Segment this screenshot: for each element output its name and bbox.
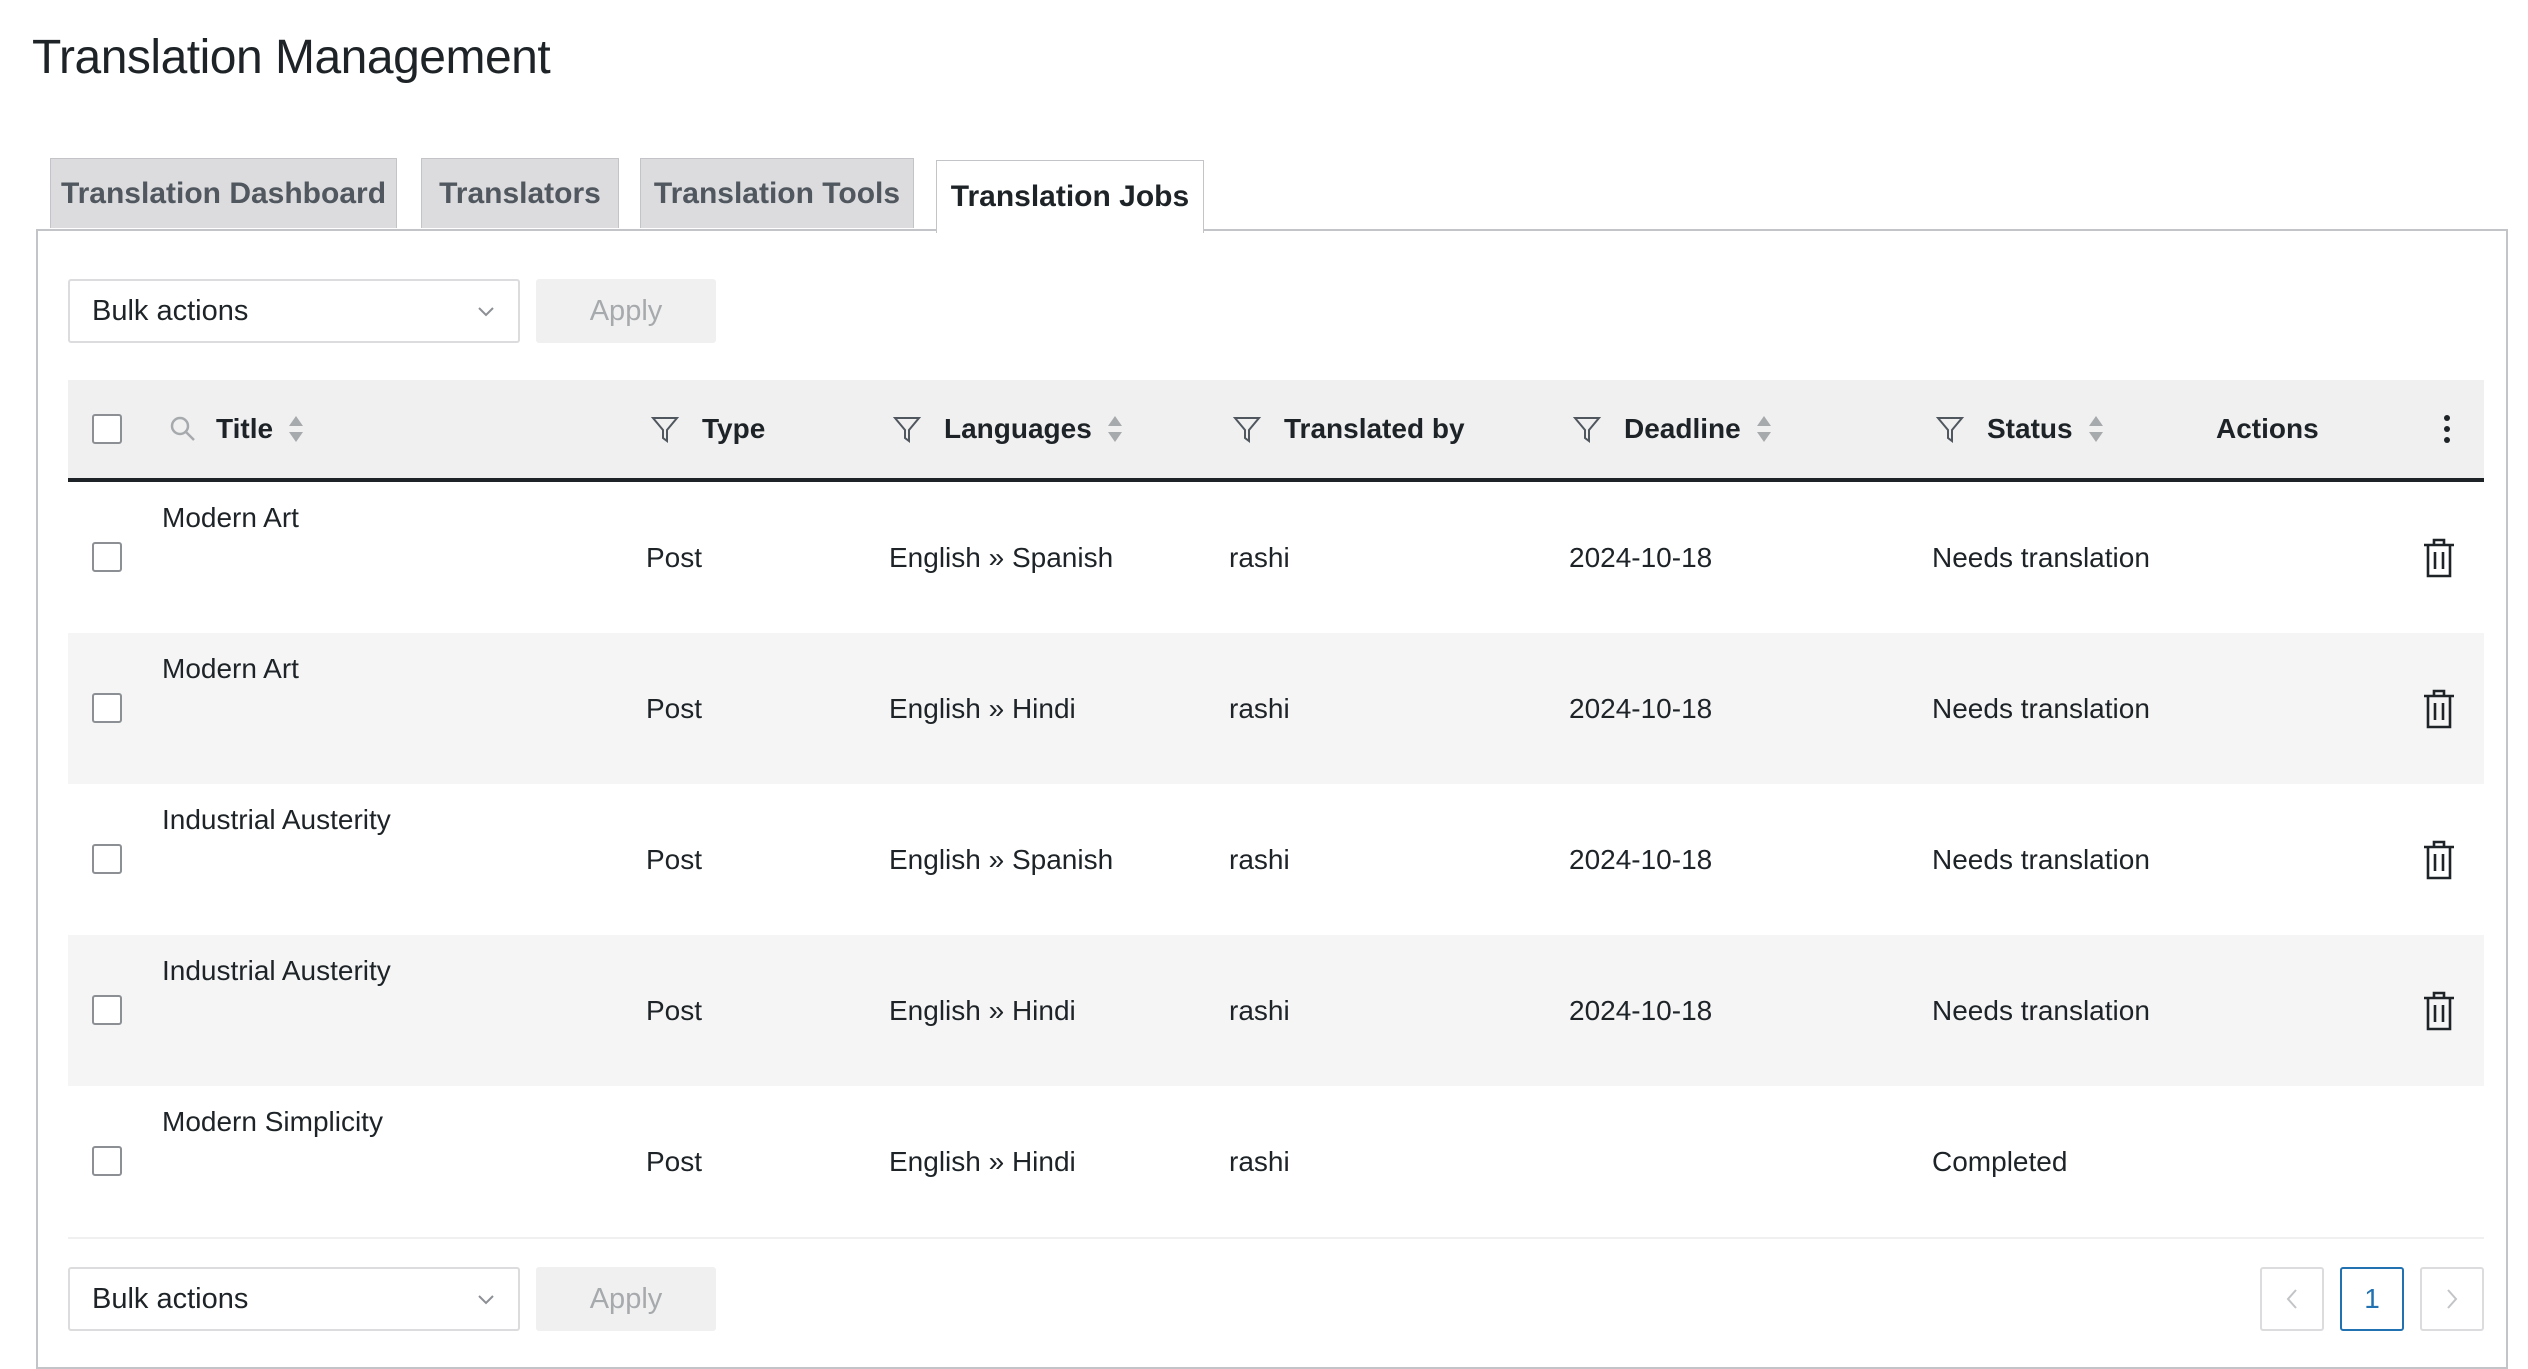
row-type: Post [646,693,703,724]
row-languages: English » Spanish [889,844,1114,875]
trash-icon[interactable] [2422,840,2456,880]
select-all-checkbox[interactable] [92,414,122,444]
row-type: Post [646,542,703,573]
row-translated-by: rashi [1229,542,1290,573]
row-title[interactable]: Modern Art [162,653,299,685]
page-title: Translation Management [32,31,551,84]
filter-icon[interactable] [892,414,922,444]
row-status: Completed [1932,1146,2068,1177]
column-deadline[interactable]: Deadline [1572,380,1773,478]
row-deadline: 2024-10-18 [1569,844,1713,875]
filter-icon[interactable] [650,414,680,444]
bulk-actions-select-top[interactable]: Bulk actions [68,279,520,343]
row-checkbox[interactable] [92,995,122,1025]
sort-arrows-icon[interactable] [1106,414,1124,444]
row-type: Post [646,995,703,1026]
row-title[interactable]: Industrial Austerity [162,804,391,836]
row-translated-by: rashi [1229,1146,1290,1177]
row-title[interactable]: Modern Art [162,502,299,534]
row-languages: English » Hindi [889,995,1076,1026]
filter-icon[interactable] [1572,414,1602,444]
table-row: Modern Art Post English » Hindi rashi 20… [68,633,2484,784]
column-deadline-label: Deadline [1624,413,1741,444]
row-translated-by: rashi [1229,844,1290,875]
row-languages: English » Spanish [889,542,1114,573]
bulk-actions-select-bottom[interactable]: Bulk actions [68,1267,520,1331]
chevron-down-icon [478,1295,494,1305]
row-type: Post [646,1146,703,1177]
column-status[interactable]: Status [1935,380,2105,478]
chevron-down-icon [478,307,494,317]
sort-arrows-icon[interactable] [1755,414,1773,444]
row-deadline: 2024-10-18 [1569,542,1713,573]
filter-icon[interactable] [1935,414,1965,444]
column-title-label: Title [216,413,274,444]
row-deadline: 2024-10-18 [1569,995,1713,1026]
row-status: Needs translation [1932,844,2150,875]
bulk-actions-label: Bulk actions [92,294,249,327]
row-checkbox[interactable] [92,693,122,723]
row-type: Post [646,844,703,875]
tab-translation-dashboard[interactable]: Translation Dashboard [50,158,397,228]
tab-translation-tools[interactable]: Translation Tools [640,158,914,228]
column-languages-label: Languages [944,413,1092,444]
table-header: Title Type Languages Translated by Deadl… [68,380,2484,482]
chevron-left-icon [2286,1289,2297,1309]
column-type[interactable]: Type [650,380,765,478]
row-status: Needs translation [1932,542,2150,573]
column-translated-by-label: Translated by [1284,413,1465,444]
column-title[interactable]: Title [168,380,305,478]
trash-icon[interactable] [2422,538,2456,578]
row-deadline: 2024-10-18 [1569,693,1713,724]
more-vertical-icon[interactable] [2442,414,2452,444]
column-actions: Actions [2216,413,2319,444]
row-title[interactable]: Industrial Austerity [162,955,391,987]
bulk-actions-label: Bulk actions [92,1282,249,1315]
tab-translators[interactable]: Translators [421,158,619,228]
trash-icon[interactable] [2422,991,2456,1031]
tab-translation-jobs[interactable]: Translation Jobs [936,160,1204,233]
sort-arrows-icon[interactable] [2087,414,2105,444]
row-title[interactable]: Modern Simplicity [162,1106,383,1138]
apply-button-top[interactable]: Apply [536,279,716,343]
row-status: Needs translation [1932,693,2150,724]
sort-arrows-icon[interactable] [287,414,305,444]
column-translated-by[interactable]: Translated by [1232,380,1465,478]
apply-button-bottom[interactable]: Apply [536,1267,716,1331]
table-row: Modern Art Post English » Spanish rashi … [68,482,2484,633]
column-status-label: Status [1987,413,2073,444]
trash-icon[interactable] [2422,689,2456,729]
row-checkbox[interactable] [92,542,122,572]
row-checkbox[interactable] [92,1146,122,1176]
page-number-button[interactable]: 1 [2340,1267,2404,1331]
filter-icon[interactable] [1232,414,1262,444]
search-icon[interactable] [168,414,198,444]
table-row: Industrial Austerity Post English » Span… [68,784,2484,935]
table-row: Modern Simplicity Post English » Hindi r… [68,1086,2484,1239]
previous-page-button[interactable] [2260,1267,2324,1331]
table-row: Industrial Austerity Post English » Hind… [68,935,2484,1086]
chevron-right-icon [2447,1289,2458,1309]
next-page-button[interactable] [2420,1267,2484,1331]
row-checkbox[interactable] [92,844,122,874]
row-languages: English » Hindi [889,1146,1076,1177]
row-translated-by: rashi [1229,693,1290,724]
column-type-label: Type [702,413,766,444]
row-languages: English » Hindi [889,693,1076,724]
row-status: Needs translation [1932,995,2150,1026]
column-languages[interactable]: Languages [892,380,1124,478]
row-translated-by: rashi [1229,995,1290,1026]
